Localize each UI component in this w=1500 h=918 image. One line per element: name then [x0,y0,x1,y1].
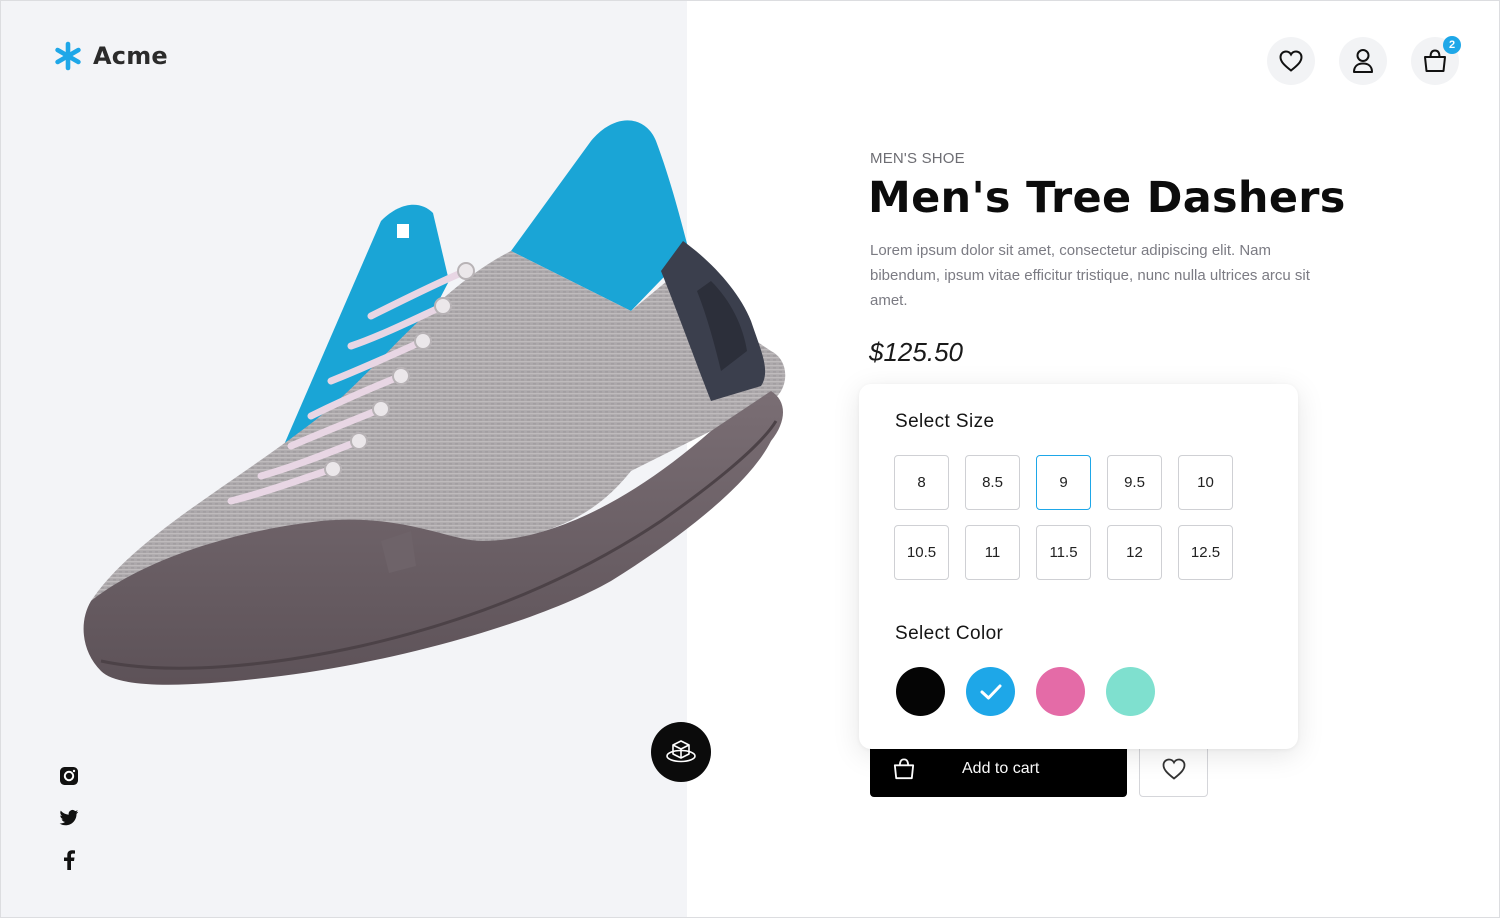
size-option[interactable]: 11.5 [1036,525,1091,580]
purchase-actions: Add to cart [870,741,1208,797]
facebook-link[interactable] [58,849,80,871]
user-icon [1353,49,1373,73]
asterisk-logo-icon [55,41,81,71]
heart-icon [1279,50,1303,72]
brand-name: Acme [93,42,168,70]
heart-icon [1162,758,1185,780]
size-option[interactable]: 10 [1178,455,1233,510]
shopping-bag-icon [893,758,915,780]
size-option[interactable]: 8.5 [965,455,1020,510]
cube-3d-icon [666,740,696,763]
instagram-icon [60,767,78,785]
color-options [896,667,1155,716]
account-button[interactable] [1339,37,1387,85]
size-option[interactable]: 9 [1036,455,1091,510]
color-swatch[interactable] [1036,667,1085,716]
size-option[interactable]: 12.5 [1178,525,1233,580]
product-category: MEN'S SHOE [870,150,965,167]
instagram-link[interactable] [58,765,80,787]
twitter-link[interactable] [58,807,80,829]
add-to-cart-label: Add to cart [962,760,1040,777]
facebook-icon [64,850,75,870]
add-to-wishlist-button[interactable] [1139,741,1208,797]
twitter-icon [59,809,79,826]
size-heading: Select Size [895,411,995,432]
product-price: $125.50 [869,337,963,367]
size-option[interactable]: 9.5 [1107,455,1162,510]
check-icon [980,684,1001,699]
page: Acme 2 MEN'S SHOE Men's Tree Dashers Lor… [0,0,1500,918]
size-option[interactable]: 12 [1107,525,1162,580]
size-option[interactable]: 10.5 [894,525,949,580]
shoe-image [83,120,786,685]
cart-button[interactable]: 2 [1411,36,1461,85]
wishlist-button[interactable] [1267,37,1315,85]
view-3d-button[interactable] [651,722,711,782]
cart-count-badge: 2 [1443,36,1461,54]
color-swatch[interactable] [966,667,1015,716]
color-heading: Select Color [895,623,1004,644]
product-options-card: Select Size 8 8.5 9 9.5 10 10.5 11 11.5 12 12.5 S… [859,384,1298,749]
size-options: 8 8.5 9 9.5 10 10.5 11 11.5 12 12.5 [894,455,1233,580]
color-swatch[interactable] [1106,667,1155,716]
size-option[interactable]: 8 [894,455,949,510]
brand-logo[interactable]: Acme [55,41,168,71]
shopping-bag-icon [1424,49,1446,72]
product-title: Men's Tree Dashers [868,173,1346,223]
product-description: Lorem ipsum dolor sit amet, consectetur … [870,242,1310,309]
size-option[interactable]: 11 [965,525,1020,580]
header-actions: 2 [1267,36,1461,85]
add-to-cart-button[interactable]: Add to cart [870,741,1127,797]
color-swatch[interactable] [896,667,945,716]
